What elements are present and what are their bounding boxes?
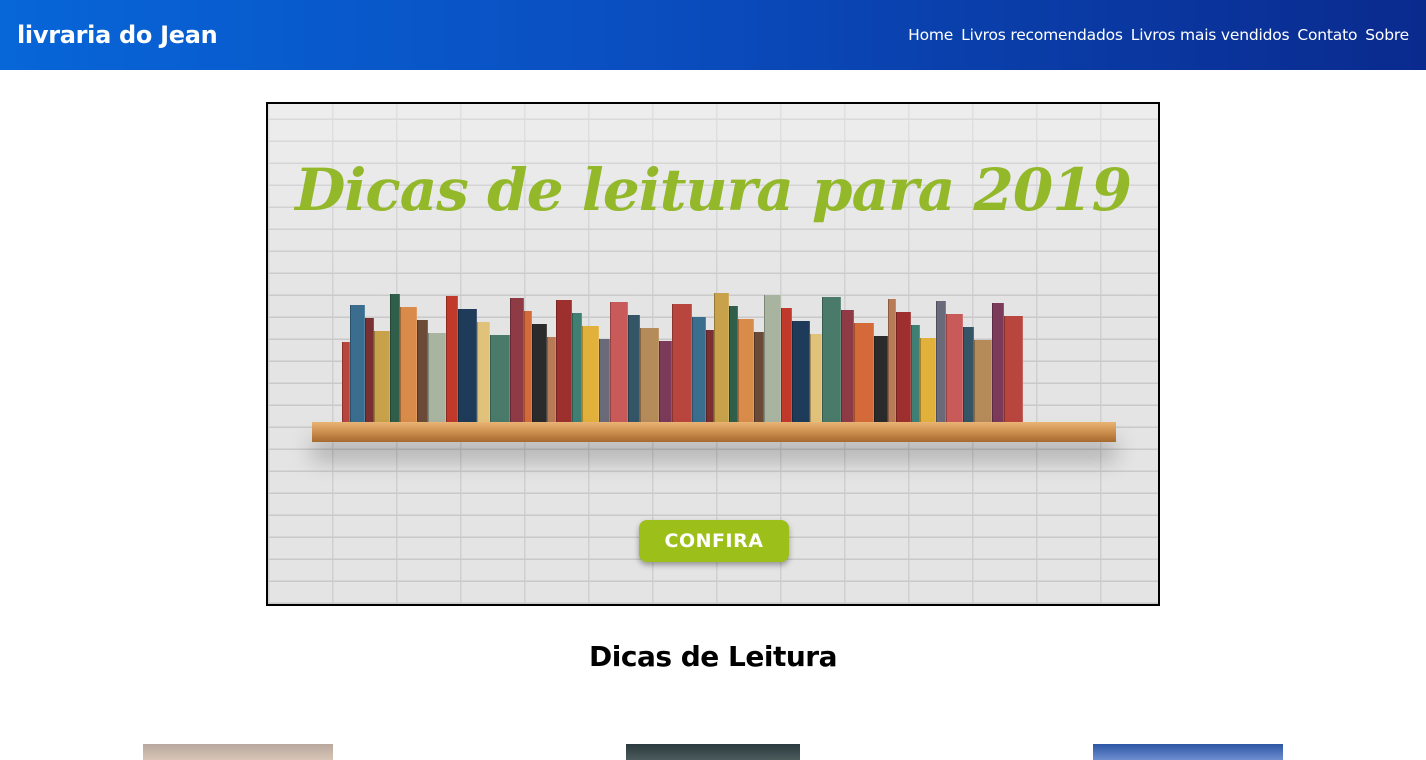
books-row xyxy=(342,290,1090,422)
book-spine xyxy=(610,302,628,422)
hero-banner[interactable]: Dicas de leitura para 2019 CONFIRA xyxy=(266,102,1160,606)
book-spine xyxy=(841,310,854,422)
site-header: livraria do Jean Home Livros recomendado… xyxy=(0,0,1426,70)
book-spine xyxy=(342,342,350,422)
book-spine xyxy=(692,317,706,422)
confira-button[interactable]: CONFIRA xyxy=(639,520,789,562)
book-spine xyxy=(400,307,417,422)
book-spine xyxy=(792,321,810,422)
nav-link-home[interactable]: Home xyxy=(908,26,953,44)
book-spine xyxy=(510,298,524,422)
book-spine xyxy=(556,300,572,422)
book-spine xyxy=(963,327,974,422)
book-thumbnail[interactable] xyxy=(143,744,333,760)
book-spine xyxy=(350,305,365,422)
nav-link-livros-recomendados[interactable]: Livros recomendados xyxy=(961,26,1123,44)
book-spine xyxy=(374,331,390,422)
book-spine xyxy=(477,322,490,422)
book-spine xyxy=(640,328,659,422)
book-spine xyxy=(714,293,729,422)
book-spine xyxy=(946,314,963,422)
book-spine xyxy=(532,324,547,422)
book-spine xyxy=(764,295,781,422)
book-spine xyxy=(810,334,822,422)
book-spine xyxy=(428,333,446,422)
book-spine xyxy=(874,336,888,422)
book-spine xyxy=(729,306,738,422)
book-spine xyxy=(974,340,992,422)
nav-link-contato[interactable]: Contato xyxy=(1297,26,1357,44)
book-spine xyxy=(672,304,692,422)
book-spine xyxy=(365,318,374,422)
site-brand[interactable]: livraria do Jean xyxy=(17,21,218,49)
book-spine xyxy=(822,297,841,422)
book-spine xyxy=(582,326,599,422)
shelf-board xyxy=(312,422,1116,442)
book-spine xyxy=(524,311,532,422)
book-spine xyxy=(754,332,764,422)
book-thumbnail[interactable] xyxy=(1093,744,1283,760)
section-title: Dicas de Leitura xyxy=(589,640,837,673)
book-spine xyxy=(854,323,874,422)
book-spine xyxy=(738,319,754,422)
book-spine xyxy=(599,339,610,422)
bookshelf-illustration xyxy=(312,292,1116,442)
nav-link-sobre[interactable]: Sobre xyxy=(1365,26,1409,44)
book-spine xyxy=(659,341,672,422)
book-spine xyxy=(920,338,936,422)
book-thumbnail[interactable] xyxy=(626,744,800,760)
book-spine xyxy=(992,303,1004,422)
book-spine xyxy=(888,299,896,422)
book-spine xyxy=(706,330,714,422)
book-spine xyxy=(781,308,792,422)
book-spine xyxy=(1004,316,1023,422)
book-spine xyxy=(911,325,920,422)
book-spine xyxy=(572,313,582,422)
book-spine xyxy=(390,294,400,422)
book-spine xyxy=(458,309,477,422)
book-spine xyxy=(896,312,911,422)
book-spine xyxy=(446,296,458,422)
book-spine xyxy=(490,335,510,422)
main-nav: Home Livros recomendados Livros mais ven… xyxy=(908,26,1409,44)
banner-title: Dicas de leitura para 2019 xyxy=(295,156,1132,224)
book-spine xyxy=(417,320,428,422)
nav-link-livros-mais-vendidos[interactable]: Livros mais vendidos xyxy=(1131,26,1290,44)
book-spine xyxy=(628,315,640,422)
book-spine xyxy=(547,337,556,422)
book-spine xyxy=(936,301,946,422)
